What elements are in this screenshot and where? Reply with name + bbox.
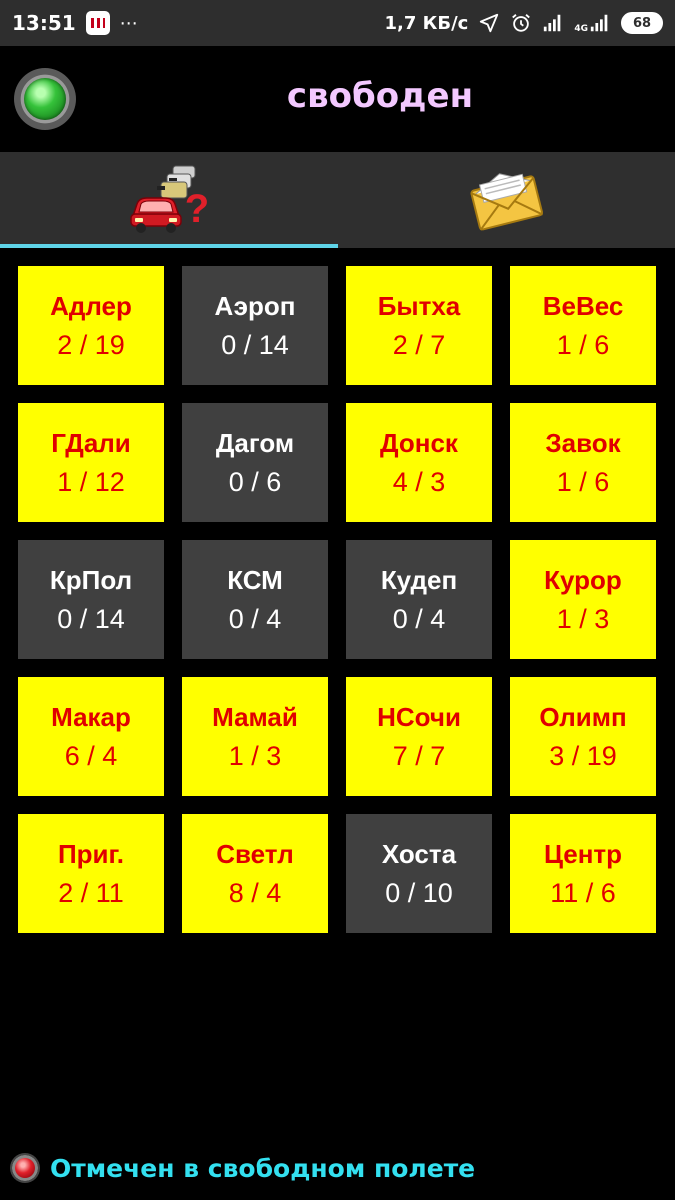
zone-cell[interactable]: ГДали 1 / 12 — [18, 403, 164, 522]
zone-name: Аэроп — [214, 290, 296, 321]
zone-count: 7 / 7 — [392, 740, 446, 771]
zone-name: Донск — [380, 427, 458, 458]
driver-status-title: свободен — [286, 76, 474, 116]
zone-name: КрПол — [49, 564, 133, 595]
status-bar: 13:51 ⋯ 1,7 КБ/с 4G 68 — [0, 0, 675, 46]
zone-name: НСочи — [377, 701, 461, 732]
app-header: свободен — [0, 46, 675, 152]
zone-name: Мамай — [212, 701, 298, 732]
tab-messages[interactable] — [338, 152, 675, 248]
zone-name: ГДали — [51, 427, 131, 458]
zone-count: 1 / 12 — [57, 466, 125, 497]
zone-count: 11 / 6 — [550, 877, 616, 908]
zone-cell[interactable]: КСМ 0 / 4 — [182, 540, 328, 659]
footer-status-text: Отмечен в свободном полете — [50, 1153, 476, 1183]
zone-name: Олимп — [539, 701, 627, 732]
more-notifications-icon: ⋯ — [119, 12, 139, 34]
zone-cell[interactable]: Аэроп 0 / 14 — [182, 266, 328, 385]
zone-name: Завок — [545, 427, 621, 458]
zone-cell[interactable]: ВеВес 1 / 6 — [510, 266, 656, 385]
zone-cell[interactable]: Бытха 2 / 7 — [346, 266, 492, 385]
zone-count: 0 / 14 — [221, 329, 289, 360]
zone-cell[interactable]: Макар 6 / 4 — [18, 677, 164, 796]
zones-grid: Адлер 2 / 19 Аэроп 0 / 14 Бытха 2 / 7 ВеВес… — [18, 266, 656, 933]
tab-bar: ? — [0, 152, 675, 248]
network-type: 4G — [574, 24, 588, 34]
zone-name: Светл — [216, 838, 294, 869]
zone-count: 4 / 3 — [392, 466, 446, 497]
zone-name: Макар — [51, 701, 131, 732]
zone-name: Кудеп — [380, 564, 458, 595]
zone-cell[interactable]: Олимп 3 / 19 — [510, 677, 656, 796]
signal-4g-icon — [590, 14, 608, 32]
status-led-icon[interactable] — [14, 68, 76, 130]
zone-cell[interactable]: Донск 4 / 3 — [346, 403, 492, 522]
taxi-queue-icon: ? — [130, 165, 209, 233]
signal-icon — [544, 14, 561, 32]
zone-count: 0 / 6 — [228, 466, 282, 497]
network-speed: 1,7 КБ/с — [384, 12, 469, 34]
zone-name: Бытха — [377, 290, 461, 321]
status-led-red-icon — [10, 1153, 40, 1183]
zone-cell[interactable]: Курор 1 / 3 — [510, 540, 656, 659]
zone-count: 0 / 10 — [385, 877, 453, 908]
envelope-icon — [470, 173, 544, 231]
zone-count: 1 / 3 — [556, 603, 610, 634]
zone-name: Приг. — [57, 838, 124, 869]
zone-count: 2 / 19 — [57, 329, 125, 360]
zone-cell[interactable]: Центр 11 / 6 — [510, 814, 656, 933]
taxi-app-icon — [85, 11, 110, 35]
zone-name: Адлер — [50, 290, 132, 321]
tab-queue[interactable]: ? — [0, 152, 338, 248]
zone-count: 1 / 3 — [228, 740, 282, 771]
zone-name: Центр — [543, 838, 623, 869]
zone-cell[interactable]: Завок 1 / 6 — [510, 403, 656, 522]
zone-cell[interactable]: Светл 8 / 4 — [182, 814, 328, 933]
zone-count: 1 / 6 — [556, 329, 610, 360]
zone-cell[interactable]: НСочи 7 / 7 — [346, 677, 492, 796]
location-arrow-icon — [480, 13, 499, 33]
zone-cell[interactable]: Приг. 2 / 11 — [18, 814, 164, 933]
zone-cell[interactable]: Хоста 0 / 10 — [346, 814, 492, 933]
zone-count: 0 / 14 — [57, 603, 125, 634]
zone-name: Дагом — [215, 427, 295, 458]
zone-count: 0 / 4 — [392, 603, 446, 634]
zone-count: 2 / 7 — [392, 329, 446, 360]
alarm-icon — [512, 14, 531, 32]
zone-cell[interactable]: Дагом 0 / 6 — [182, 403, 328, 522]
clock: 13:51 — [12, 11, 76, 35]
zone-cell[interactable]: Мамай 1 / 3 — [182, 677, 328, 796]
zone-name: Хоста — [381, 838, 457, 869]
zone-cell[interactable]: Кудеп 0 / 4 — [346, 540, 492, 659]
battery-indicator: 68 — [621, 12, 663, 34]
footer-status: Отмечен в свободном полете — [0, 1148, 675, 1188]
zone-count: 2 / 11 — [58, 877, 124, 908]
zone-cell[interactable]: Адлер 2 / 19 — [18, 266, 164, 385]
zone-name: КСМ — [227, 564, 283, 595]
zone-cell[interactable]: КрПол 0 / 14 — [18, 540, 164, 659]
zone-count: 1 / 6 — [556, 466, 610, 497]
zone-name: ВеВес — [542, 290, 624, 321]
zone-count: 3 / 19 — [549, 740, 617, 771]
zone-count: 0 / 4 — [228, 603, 282, 634]
zone-count: 6 / 4 — [64, 740, 118, 771]
svg-text:?: ? — [185, 187, 209, 231]
zone-count: 8 / 4 — [228, 877, 282, 908]
zone-name: Курор — [544, 564, 622, 595]
